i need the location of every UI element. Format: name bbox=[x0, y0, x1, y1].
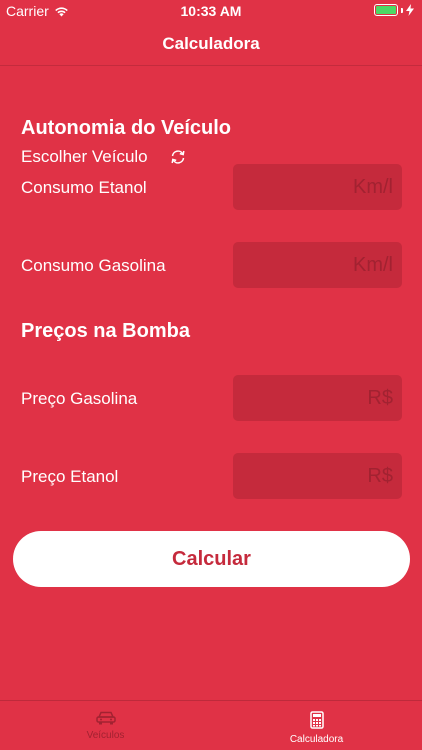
status-right bbox=[374, 4, 414, 16]
ethanol-consumption-label: Consumo Etanol bbox=[21, 178, 147, 197]
status-bar: Carrier 10:33 AM bbox=[0, 0, 422, 22]
battery-nub bbox=[401, 7, 403, 13]
prices-section-title: Preços na Bomba bbox=[21, 320, 190, 342]
ethanol-price-input[interactable] bbox=[233, 453, 402, 499]
ethanol-consumption-input[interactable] bbox=[233, 164, 402, 210]
gasoline-price-label: Preço Gasolina bbox=[21, 389, 138, 408]
battery-fill bbox=[376, 6, 396, 14]
gasoline-consumption-input[interactable] bbox=[233, 242, 402, 288]
calculator-icon bbox=[309, 711, 324, 729]
charging-bolt-icon bbox=[406, 4, 414, 16]
tab-bar: Veículos Calculadora bbox=[0, 700, 422, 750]
tab-vehicles-label: Veículos bbox=[86, 730, 125, 741]
tab-vehicles[interactable]: Veículos bbox=[0, 701, 211, 750]
gasoline-consumption-label: Consumo Gasolina bbox=[21, 256, 166, 275]
battery-icon bbox=[374, 4, 398, 16]
tab-calculator-label: Calculadora bbox=[289, 734, 344, 745]
navigation-bar: Calculadora bbox=[0, 22, 422, 66]
status-time: 10:33 AM bbox=[180, 3, 242, 19]
car-icon bbox=[95, 711, 116, 725]
tab-calculator[interactable]: Calculadora bbox=[211, 701, 422, 750]
refresh-icon[interactable] bbox=[169, 148, 187, 166]
calculate-button[interactable]: Calcular bbox=[13, 531, 410, 587]
ethanol-price-label: Preço Etanol bbox=[21, 467, 119, 486]
gasoline-price-input[interactable] bbox=[233, 375, 402, 421]
page-title: Calculadora bbox=[162, 33, 260, 53]
autonomy-section-title: Autonomia do Veículo bbox=[21, 117, 232, 139]
choose-vehicle-label[interactable]: Escolher Veículo bbox=[21, 147, 148, 167]
